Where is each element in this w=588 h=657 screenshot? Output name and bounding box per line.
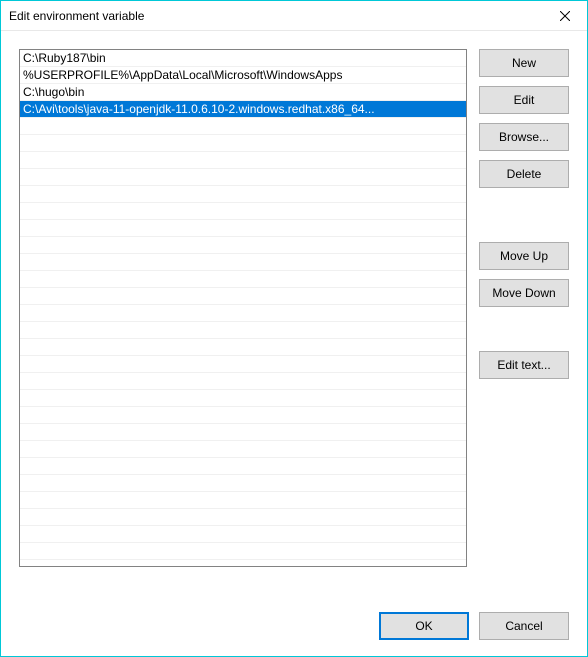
close-button[interactable] bbox=[542, 1, 587, 30]
list-item[interactable] bbox=[20, 186, 466, 203]
list-item[interactable] bbox=[20, 475, 466, 492]
list-item[interactable] bbox=[20, 424, 466, 441]
list-item[interactable]: %USERPROFILE%\AppData\Local\Microsoft\Wi… bbox=[20, 67, 466, 84]
delete-button[interactable]: Delete bbox=[479, 160, 569, 188]
button-sidebar: New Edit Browse... Delete Move Up Move D… bbox=[479, 49, 569, 596]
new-button[interactable]: New bbox=[479, 49, 569, 77]
list-item[interactable] bbox=[20, 492, 466, 509]
list-item[interactable] bbox=[20, 407, 466, 424]
list-item[interactable] bbox=[20, 118, 466, 135]
footer: OK Cancel bbox=[1, 596, 587, 656]
list-item[interactable] bbox=[20, 271, 466, 288]
list-item[interactable] bbox=[20, 135, 466, 152]
cancel-button[interactable]: Cancel bbox=[479, 612, 569, 640]
list-item[interactable] bbox=[20, 339, 466, 356]
list-item[interactable] bbox=[20, 169, 466, 186]
list-item[interactable] bbox=[20, 322, 466, 339]
list-item[interactable] bbox=[20, 220, 466, 237]
list-item[interactable] bbox=[20, 203, 466, 220]
list-item[interactable] bbox=[20, 305, 466, 322]
browse-button[interactable]: Browse... bbox=[479, 123, 569, 151]
list-item[interactable]: C:\hugo\bin bbox=[20, 84, 466, 101]
list-item[interactable] bbox=[20, 288, 466, 305]
path-listbox[interactable]: C:\Ruby187\bin%USERPROFILE%\AppData\Loca… bbox=[19, 49, 467, 567]
list-item[interactable] bbox=[20, 543, 466, 560]
list-item[interactable] bbox=[20, 373, 466, 390]
titlebar: Edit environment variable bbox=[1, 1, 587, 31]
content-area: C:\Ruby187\bin%USERPROFILE%\AppData\Loca… bbox=[1, 31, 587, 596]
list-item[interactable]: C:\Ruby187\bin bbox=[20, 50, 466, 67]
ok-button[interactable]: OK bbox=[379, 612, 469, 640]
window-title: Edit environment variable bbox=[9, 9, 542, 23]
edit-button[interactable]: Edit bbox=[479, 86, 569, 114]
list-item[interactable] bbox=[20, 458, 466, 475]
list-item[interactable] bbox=[20, 526, 466, 543]
move-up-button[interactable]: Move Up bbox=[479, 242, 569, 270]
move-down-button[interactable]: Move Down bbox=[479, 279, 569, 307]
list-item[interactable] bbox=[20, 237, 466, 254]
list-item[interactable] bbox=[20, 254, 466, 271]
list-item[interactable] bbox=[20, 356, 466, 373]
list-item[interactable] bbox=[20, 509, 466, 526]
dialog-window: Edit environment variable C:\Ruby187\bin… bbox=[0, 0, 588, 657]
list-item[interactable] bbox=[20, 441, 466, 458]
edit-text-button[interactable]: Edit text... bbox=[479, 351, 569, 379]
list-item[interactable] bbox=[20, 152, 466, 169]
list-item[interactable]: C:\Avi\tools\java-11-openjdk-11.0.6.10-2… bbox=[20, 101, 466, 118]
list-item[interactable] bbox=[20, 390, 466, 407]
close-icon bbox=[560, 11, 570, 21]
